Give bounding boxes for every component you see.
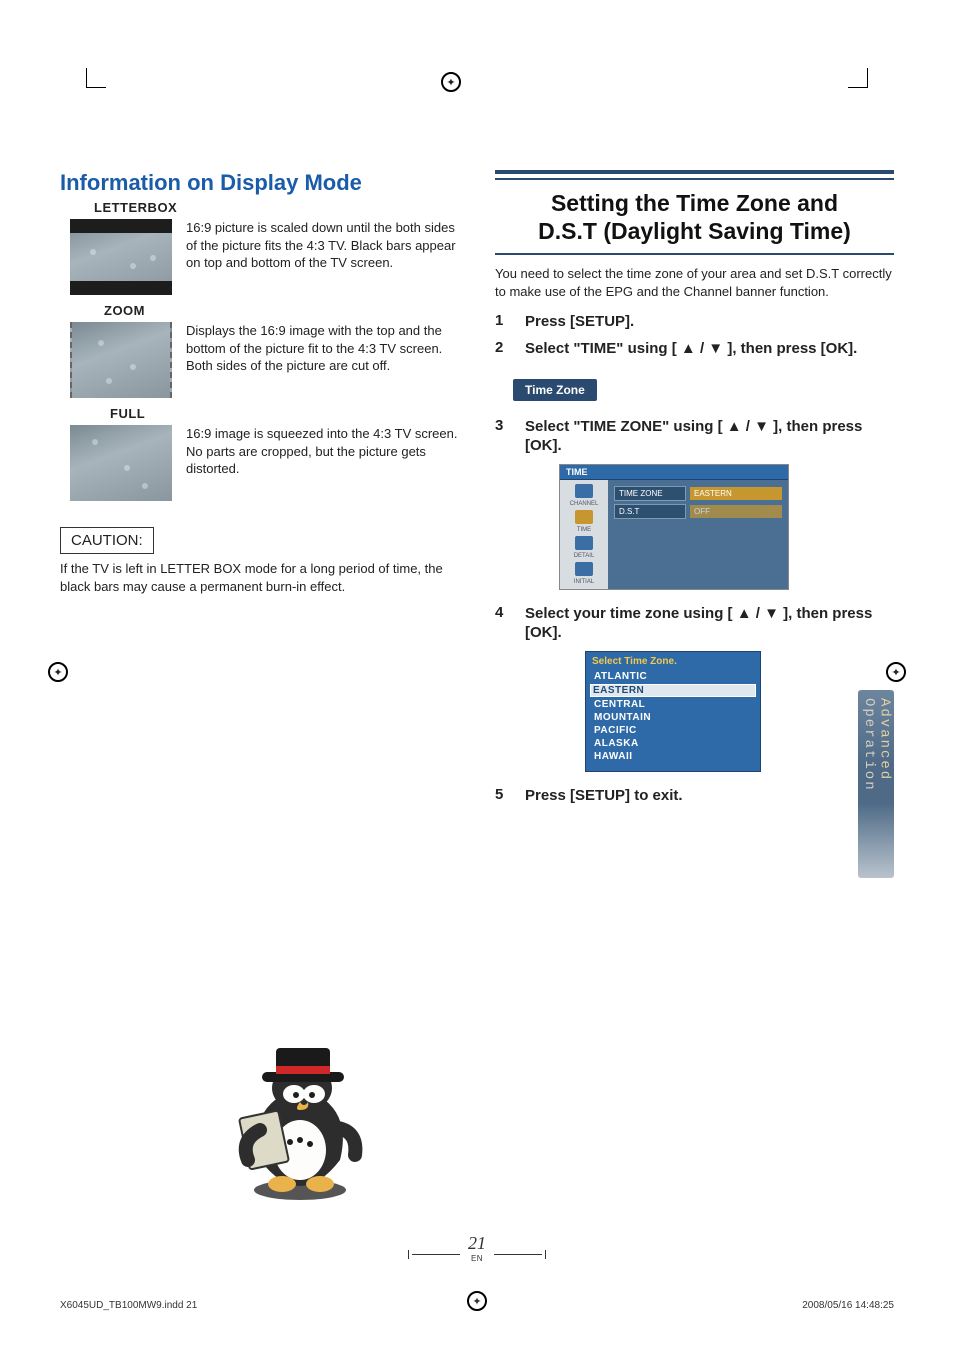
step-3: 3 Select "TIME ZONE" using [ ▲ / ▼ ], th… (495, 417, 894, 456)
step-3-text: Select "TIME ZONE" using [ ▲ / ▼ ], then… (525, 417, 894, 456)
step-3-number: 3 (495, 417, 513, 434)
osd-key-dst: D.S.T (614, 504, 686, 519)
osd2-option: CENTRAL (592, 698, 754, 711)
section-rule-top (495, 170, 894, 180)
page-number: 21 EN (0, 1233, 954, 1263)
letterbox-label: LETTERBOX (94, 200, 459, 215)
manual-page: ✦ ✦ ✦ Information on Display Mode LETTER… (0, 0, 954, 1351)
full-row: 16:9 image is squeezed into the 4:3 TV s… (60, 425, 459, 501)
step-4: 4 Select your time zone using [ ▲ / ▼ ],… (495, 604, 894, 643)
osd2-option: HAWAII (592, 750, 754, 763)
side-tab-text: Advanced Operation (861, 698, 892, 792)
step-4-text-a: Select your time zone using [ (525, 605, 733, 622)
osd-side-icon (575, 484, 593, 498)
side-tab-advanced-operation: Advanced Operation (858, 690, 894, 878)
triangle-up-icon: ▲ (737, 605, 752, 622)
crop-mark-top-left (86, 68, 106, 88)
osd-main-panel: TIME ZONE EASTERN D.S.T OFF (608, 480, 788, 589)
full-description: 16:9 image is squeezed into the 4:3 TV s… (186, 425, 459, 478)
osd2-title: Select Time Zone. (592, 656, 754, 667)
triangle-down-icon: ▼ (764, 605, 779, 622)
section-title-line1: Setting the Time Zone and (495, 190, 894, 218)
display-mode-heading: Information on Display Mode (60, 170, 459, 196)
zoom-description: Displays the 16:9 image with the top and… (186, 322, 459, 375)
osd2-option: MOUNTAIN (592, 711, 754, 724)
osd2-option: ATLANTIC (592, 670, 754, 683)
osd-body: CHANNEL TIME DETAIL INITIAL TIME ZONE EA… (560, 480, 788, 589)
osd2-option: EASTERN (590, 684, 756, 697)
osd-sidebar: CHANNEL TIME DETAIL INITIAL (560, 480, 608, 589)
osd-header: TIME (560, 465, 788, 480)
left-column: Information on Display Mode LETTERBOX 16… (60, 170, 459, 813)
osd2-option: ALASKA (592, 737, 754, 750)
step-4-text: Select your time zone using [ ▲ / ▼ ], t… (525, 604, 894, 643)
osd-val-dst: OFF (690, 505, 782, 518)
page-number-tick-right (545, 1250, 546, 1259)
osd-key-timezone: TIME ZONE (614, 486, 686, 501)
osd-row-timezone: TIME ZONE EASTERN (614, 486, 782, 501)
osd-side-icon (575, 510, 593, 524)
caution-text: If the TV is left in LETTER BOX mode for… (60, 560, 459, 595)
caution-label: CAUTION: (60, 527, 154, 554)
section-title-line2: D.S.T (Daylight Saving Time) (495, 218, 894, 246)
full-label: FULL (110, 406, 459, 421)
zoom-thumbnail (70, 322, 172, 398)
triangle-down-icon: ▼ (754, 418, 769, 435)
section-rule-bottom (495, 253, 894, 255)
osd-val-timezone: EASTERN (690, 487, 782, 500)
triangle-up-icon: ▲ (681, 340, 696, 357)
step-1-number: 1 (495, 312, 513, 329)
page-number-value: 21 (468, 1233, 486, 1253)
triangle-down-icon: ▼ (708, 340, 723, 357)
osd2-options: ATLANTICEASTERNCENTRALMOUNTAINPACIFICALA… (592, 670, 754, 763)
registration-mark-bottom: ✦ (467, 1291, 487, 1311)
step-2: 2 Select "TIME" using [ ▲ / ▼ ], then pr… (495, 339, 894, 359)
right-column: Setting the Time Zone and D.S.T (Dayligh… (495, 170, 894, 813)
letterbox-thumbnail (70, 219, 172, 295)
osd-select-timezone: Select Time Zone. ATLANTICEASTERNCENTRAL… (585, 651, 761, 772)
osd-side-icon (575, 562, 593, 576)
osd-time-menu: TIME CHANNEL TIME DETAIL INITIAL (559, 464, 789, 590)
page-number-line-right (494, 1254, 542, 1255)
registration-mark-top: ✦ (441, 72, 461, 92)
osd2-option: PACIFIC (592, 724, 754, 737)
print-footer: X6045UD_TB100MW9.indd 21 ✦ 2008/05/16 14… (60, 1300, 894, 1311)
time-zone-subheading: Time Zone (513, 379, 597, 401)
full-thumbnail (70, 425, 172, 501)
step-1: 1 Press [SETUP]. (495, 312, 894, 332)
registration-mark-left: ✦ (48, 662, 68, 682)
step-3-text-a: Select "TIME ZONE" using [ (525, 418, 723, 435)
step-2-text-a: Select "TIME" using [ (525, 340, 677, 357)
side-tab-line1: Advanced (876, 698, 892, 781)
step-5-number: 5 (495, 786, 513, 803)
step-2-text: Select "TIME" using [ ▲ / ▼ ], then pres… (525, 339, 894, 359)
osd-side-detail: DETAIL (574, 553, 595, 559)
step-1-text: Press [SETUP]. (525, 312, 894, 332)
osd-side-icon (575, 536, 593, 550)
step-2-text-b: ], then press [OK]. (727, 340, 857, 357)
registration-mark-right: ✦ (886, 662, 906, 682)
letterbox-description: 16:9 picture is scaled down until the bo… (186, 219, 459, 272)
letterbox-row: 16:9 picture is scaled down until the bo… (60, 219, 459, 295)
osd-side-initial: INITIAL (574, 579, 594, 585)
step-5-text: Press [SETUP] to exit. (525, 786, 894, 806)
crop-mark-top-right (848, 68, 868, 88)
two-column-layout: Information on Display Mode LETTERBOX 16… (60, 170, 894, 813)
step-2-number: 2 (495, 339, 513, 356)
cartoon-illustration (190, 1010, 410, 1210)
osd-side-time: TIME (577, 527, 591, 533)
side-tab-line2: Operation (861, 698, 877, 792)
footer-right: 2008/05/16 14:48:25 (802, 1300, 894, 1311)
osd-row-dst: D.S.T OFF (614, 504, 782, 519)
triangle-up-icon: ▲ (727, 418, 742, 435)
step-5: 5 Press [SETUP] to exit. (495, 786, 894, 806)
step-4-number: 4 (495, 604, 513, 621)
osd-side-channel: CHANNEL (570, 501, 599, 507)
zoom-label: ZOOM (104, 303, 459, 318)
footer-left: X6045UD_TB100MW9.indd 21 (60, 1300, 197, 1311)
zoom-row: Displays the 16:9 image with the top and… (60, 322, 459, 398)
page-number-en: EN (0, 1254, 954, 1263)
section-intro: You need to select the time zone of your… (495, 265, 894, 301)
